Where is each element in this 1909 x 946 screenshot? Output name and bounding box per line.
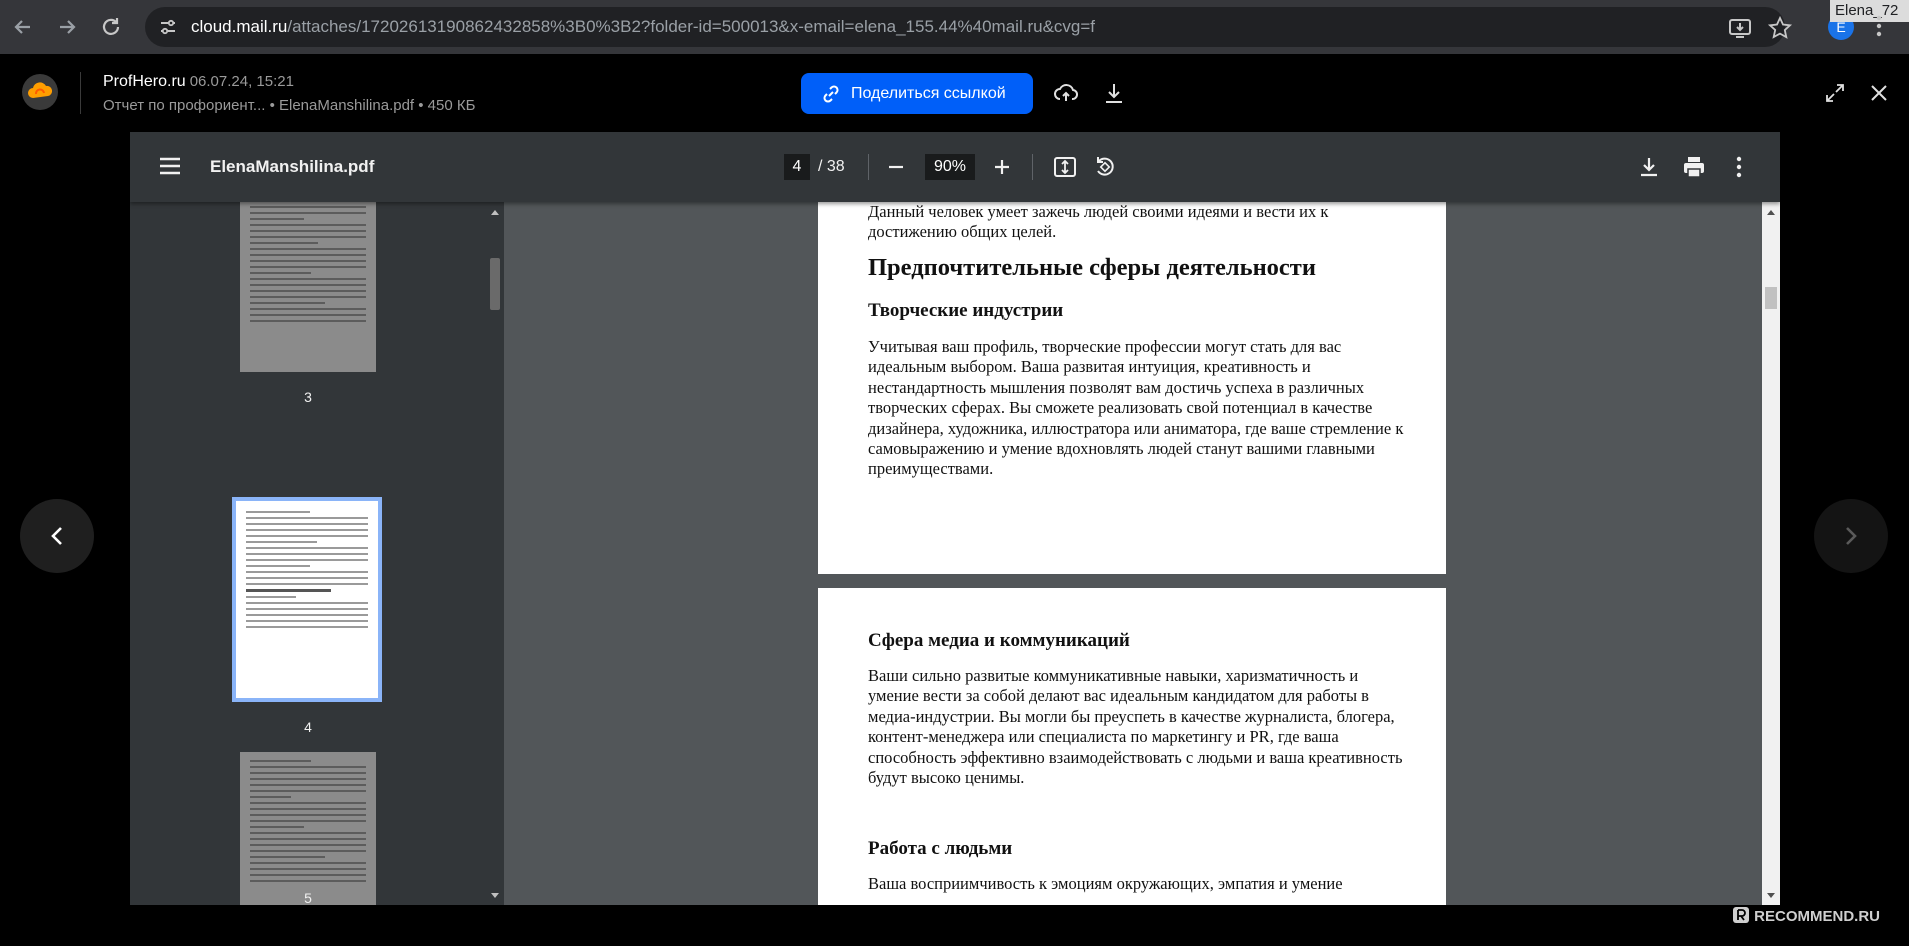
- document-page-5: Сфера медиа и коммуникаций Ваши сильно р…: [818, 588, 1446, 905]
- toolbar-divider: [868, 154, 869, 180]
- thumbnail-label: 3: [304, 389, 312, 405]
- thumbnail-scrollbar[interactable]: [486, 202, 504, 905]
- thumbnail-text-lines: [240, 206, 376, 322]
- section-paragraph: Ваша восприимчивость к эмоциям окружающи…: [868, 874, 1343, 893]
- install-app-icon[interactable]: [1727, 15, 1753, 41]
- previous-file-button[interactable]: [20, 499, 94, 573]
- section-paragraph: Учитывая ваш профиль, творческие професс…: [868, 337, 1404, 479]
- watermark-logo-icon: [1733, 907, 1749, 923]
- chevron-left-icon: [51, 527, 62, 545]
- upload-cloud-icon[interactable]: [1053, 80, 1079, 106]
- header-divider: [80, 72, 81, 114]
- thumbnail-text-lines: [236, 501, 378, 628]
- cloud-file-header: ProfHero.ru 06.07.24, 15:21 Отчет по проф…: [0, 54, 1909, 132]
- scroll-up-icon[interactable]: [490, 208, 500, 216]
- recommend-watermark: RECOMMEND.RU: [1732, 906, 1880, 925]
- scroll-down-icon[interactable]: [490, 892, 500, 900]
- zoom-level-input[interactable]: [925, 154, 975, 180]
- site-info-icon[interactable]: [157, 16, 179, 38]
- forward-arrow-icon[interactable]: [52, 12, 82, 42]
- thumbnail-page-4[interactable]: [232, 497, 382, 702]
- download-pdf-icon[interactable]: [1636, 154, 1662, 180]
- file-meta: Отчет по профориент... • ElenaManshilina…: [103, 97, 476, 114]
- url-host: cloud.mail.ru: [191, 17, 288, 36]
- thumbnail-page-3[interactable]: [240, 202, 376, 372]
- pdf-filename: ElenaManshilina.pdf: [210, 157, 375, 176]
- section-heading: Работа с людьми: [868, 838, 1013, 859]
- thumbnail-label: 5: [304, 890, 312, 905]
- section-paragraph: Ваши сильно развитые коммуникативные нав…: [868, 666, 1403, 788]
- browser-toolbar: cloud.mail.ru/attaches/17202613190862432…: [0, 0, 1909, 54]
- minus-icon: [889, 165, 903, 169]
- share-link-label: Поделиться ссылкой: [851, 85, 1006, 102]
- chevron-right-icon: [1846, 527, 1857, 545]
- plus-icon: [995, 160, 1009, 174]
- url-path: /attaches/17202613190862432858%3B0%3B2?f…: [287, 17, 1096, 36]
- thumbnail-page-5[interactable]: [240, 752, 376, 905]
- hamburger-menu-icon[interactable]: [158, 156, 182, 176]
- thumbnail-text-lines: [240, 752, 376, 882]
- fit-page-icon[interactable]: [1052, 154, 1078, 180]
- document-scrollbar[interactable]: [1762, 202, 1780, 905]
- browser-menu-icon[interactable]: [1874, 14, 1884, 44]
- thumbnail-label: 4: [304, 719, 312, 735]
- page-intro-text: Данный человек умеет зажечь людей своими…: [868, 202, 1329, 242]
- download-icon[interactable]: [1101, 80, 1127, 106]
- close-icon[interactable]: [1866, 80, 1892, 106]
- profile-name-tooltip: Elena_72: [1830, 0, 1909, 22]
- page-number-input[interactable]: [784, 154, 810, 180]
- document-scroll-thumb[interactable]: [1765, 287, 1777, 309]
- scroll-down-icon[interactable]: [1766, 892, 1776, 900]
- page-total: / 38: [818, 158, 845, 175]
- zoom-out-button[interactable]: [881, 152, 911, 182]
- link-icon: [823, 85, 839, 103]
- thumbnail-sidebar: 3 4 5: [130, 202, 486, 905]
- rotate-icon[interactable]: [1092, 154, 1118, 180]
- page-heading: Предпочтительные сферы деятельности: [868, 254, 1316, 281]
- thumbnail-scroll-thumb[interactable]: [490, 258, 500, 310]
- share-link-button[interactable]: Поделиться ссылкой: [801, 73, 1033, 114]
- pdf-viewer: ElenaManshilina.pdf / 38 3 4 5: [130, 132, 1780, 905]
- section-heading: Творческие индустрии: [868, 300, 1064, 321]
- owner-name: ProfHero.ru: [103, 73, 186, 90]
- next-file-button[interactable]: [1814, 499, 1888, 573]
- section-heading: Сфера медиа и коммуникаций: [868, 630, 1130, 651]
- scroll-up-icon[interactable]: [1766, 208, 1776, 216]
- back-arrow-icon[interactable]: [8, 12, 38, 42]
- watermark-text: RECOMMEND.RU: [1754, 908, 1881, 925]
- file-date: 06.07.24, 15:21: [189, 73, 294, 90]
- url-text: cloud.mail.ru/attaches/17202613190862432…: [191, 17, 1095, 37]
- fullscreen-icon[interactable]: [1822, 80, 1848, 106]
- pdf-toolbar: ElenaManshilina.pdf / 38: [130, 132, 1780, 202]
- zoom-in-button[interactable]: [987, 152, 1017, 182]
- toolbar-divider: [1032, 154, 1033, 180]
- reload-icon[interactable]: [96, 12, 126, 42]
- more-options-icon[interactable]: [1726, 154, 1752, 180]
- document-page-4: Данный человек умеет зажечь людей своими…: [818, 202, 1446, 574]
- address-bar[interactable]: cloud.mail.ru/attaches/17202613190862432…: [145, 7, 1793, 47]
- file-owner: ProfHero.ru 06.07.24, 15:21: [103, 73, 294, 91]
- cloud-logo-icon[interactable]: [22, 74, 58, 110]
- print-icon[interactable]: [1681, 154, 1707, 180]
- bookmark-star-icon[interactable]: [1767, 15, 1793, 41]
